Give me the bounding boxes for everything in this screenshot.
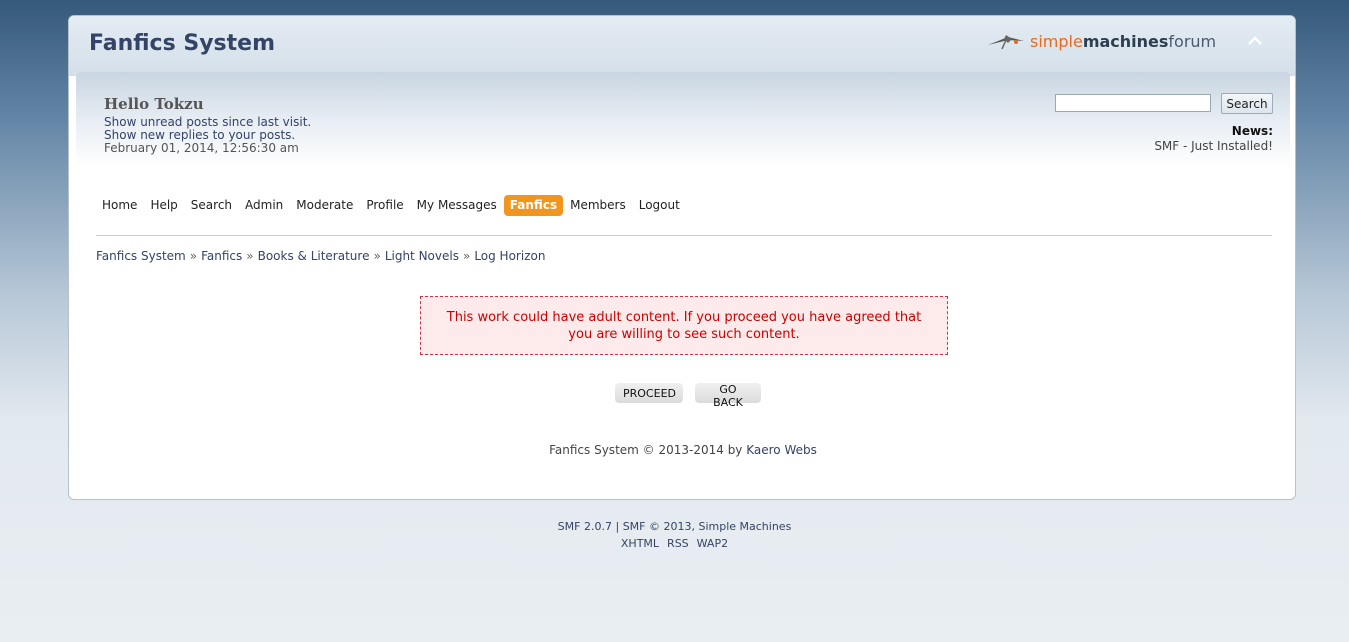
smf-version-link[interactable]: SMF 2.0.7 (558, 520, 612, 533)
footer-link-rss[interactable]: RSS (667, 537, 689, 550)
go-back-button[interactable]: GO BACK (695, 383, 761, 409)
breadcrumb-item[interactable]: Fanfics System (96, 249, 186, 263)
adult-content-warning: This work could have adult content. If y… (420, 296, 948, 355)
smf-copyright-link[interactable]: SMF © 2013, Simple Machines (623, 520, 792, 533)
page-footer: SMF 2.0.7 | SMF © 2013, Simple Machines … (0, 518, 1349, 552)
footer-links: XHTML RSS WAP2 (0, 535, 1349, 552)
search-input[interactable] (1055, 94, 1211, 112)
breadcrumb-item[interactable]: Books & Literature (258, 249, 370, 263)
menu-item-logout[interactable]: Logout (633, 195, 686, 216)
menu-item-search[interactable]: Search (185, 195, 238, 216)
footer-link-wap2[interactable]: WAP2 (697, 537, 728, 550)
menu-item-my-messages[interactable]: My Messages (411, 195, 503, 216)
breadcrumb-item[interactable]: Log Horizon (474, 249, 545, 263)
menu-item-admin[interactable]: Admin (239, 195, 289, 216)
forum-title[interactable]: Fanfics System (89, 31, 275, 56)
menu-item-members[interactable]: Members (564, 195, 632, 216)
breadcrumb-separator: » (246, 249, 254, 263)
collapse-header-button[interactable] (1245, 33, 1265, 49)
menu-item-home[interactable]: Home (96, 195, 143, 216)
menu-item-profile[interactable]: Profile (360, 195, 409, 216)
menu-item-moderate[interactable]: Moderate (290, 195, 359, 216)
news-label: News: (1231, 124, 1273, 138)
logo-text-machines: machines (1082, 31, 1169, 51)
footer-link-xhtml[interactable]: XHTML (621, 537, 659, 550)
menu-item-help[interactable]: Help (144, 195, 183, 216)
user-links: Show unread posts since last visit. Show… (104, 116, 311, 155)
footer-divider: | (615, 520, 620, 533)
credit-author-link[interactable]: Kaero Webs (746, 443, 817, 457)
breadcrumb-item[interactable]: Fanfics (201, 249, 242, 263)
breadcrumb: Fanfics System» Fanfics» Books & Literatur… (96, 249, 545, 263)
search-button[interactable]: Search (1221, 93, 1273, 114)
breadcrumb-separator: » (462, 249, 471, 263)
user-section: Hello Tokzu Show unread posts since last… (76, 72, 1290, 172)
logo-text-simple: simple (1030, 31, 1083, 51)
menu-divider (96, 235, 1272, 236)
main-menu: Home Help Search Admin Moderate Profile … (96, 195, 687, 216)
credit-text: Fanfics System © 2013-2014 by (549, 443, 747, 457)
logo-text-forum: forum (1168, 31, 1217, 51)
chevron-up-icon (1248, 36, 1262, 45)
breadcrumb-separator: » (373, 249, 381, 263)
smf-logo[interactable]: simple machines forum (986, 28, 1216, 54)
breadcrumb-separator: » (189, 249, 198, 263)
forum-wrapper: Fanfics System simple machines forum Hell… (68, 15, 1296, 500)
smf-logo-icon (988, 35, 1024, 50)
site-credit: Fanfics System © 2013-2014 by Kaero Webs (69, 443, 1297, 457)
current-datetime: February 01, 2014, 12:56:30 am (104, 141, 299, 155)
footer-copyright: SMF 2.0.7 | SMF © 2013, Simple Machines (0, 518, 1349, 535)
proceed-button[interactable]: PROCEED (615, 383, 683, 403)
news-text: SMF - Just Installed! (1154, 139, 1273, 153)
user-greeting: Hello Tokzu (104, 95, 204, 113)
menu-item-fanfics[interactable]: Fanfics (503, 195, 564, 216)
breadcrumb-item[interactable]: Light Novels (385, 249, 459, 263)
